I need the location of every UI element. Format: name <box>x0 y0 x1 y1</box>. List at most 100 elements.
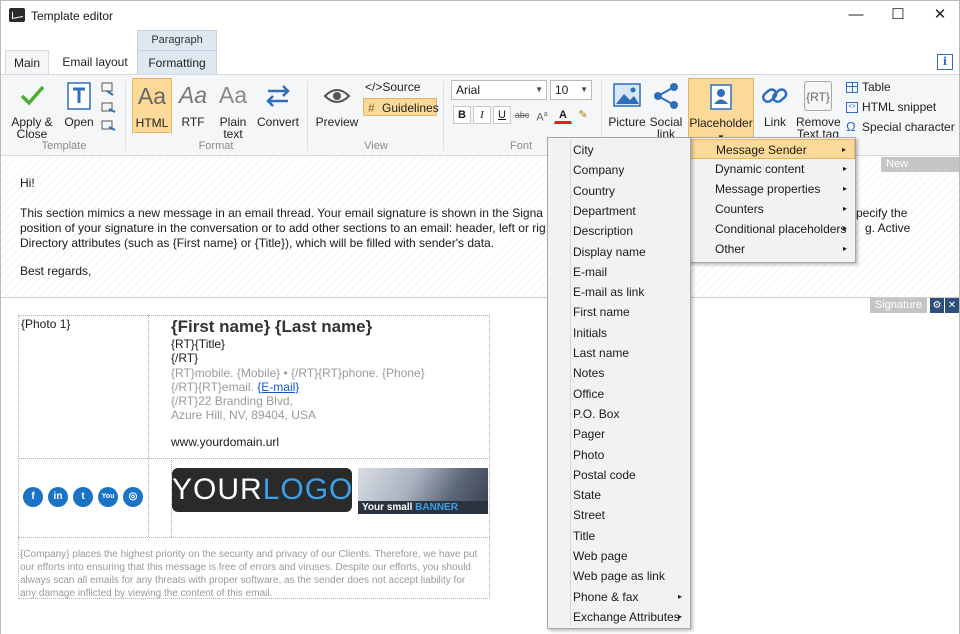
company-logo[interactable]: YOURLOGO <box>172 468 352 512</box>
superscript-icon[interactable]: Aa <box>533 106 551 124</box>
chain-link-icon <box>759 81 791 111</box>
menu-item-message-properties[interactable]: Message properties ▸ <box>690 179 855 199</box>
sender-menu-item[interactable]: Office <box>548 384 690 404</box>
sender-menu-item[interactable]: City <box>548 140 690 160</box>
menu-item-label: Description <box>573 224 634 239</box>
banner-image[interactable]: Your small BANNER <box>358 468 488 514</box>
guidelines-button[interactable]: # Guidelines <box>363 98 439 116</box>
menu-item-label: Notes <box>573 366 605 381</box>
underline-button[interactable]: U <box>493 106 511 124</box>
tab-main[interactable]: Main <box>5 50 49 74</box>
rtf-format-button[interactable]: Aa RTF <box>175 81 211 128</box>
close-signature-icon[interactable]: ✕ <box>945 298 959 313</box>
menu-item-label: Counters <box>715 202 764 216</box>
sender-menu-item[interactable]: Web page as link <box>548 566 690 586</box>
html-snippet-label: HTML snippet <box>862 100 937 114</box>
sender-menu-item[interactable]: Exchange Attributes ▸ <box>548 607 690 627</box>
sender-menu-item[interactable]: Display name <box>548 242 690 262</box>
sender-menu-item[interactable]: Department <box>548 201 690 221</box>
phone-placeholder[interactable]: {RT}mobile. {Mobile} • {/RT}{RT}phone. {… <box>171 366 425 381</box>
placeholder-button[interactable]: Placeholder ▼ <box>688 78 754 142</box>
template-small-icons <box>101 81 119 140</box>
html-format-button[interactable]: Aa HTML <box>132 78 172 133</box>
apply-close-button[interactable]: Apply & Close <box>9 81 55 140</box>
sender-menu-item[interactable]: Description <box>548 221 690 241</box>
font-size-select[interactable]: 10 ▼ <box>550 80 592 100</box>
menu-item-conditional-placeholders[interactable]: Conditional placeholders ▸ <box>690 219 855 239</box>
email-link[interactable]: {E-mail} <box>257 380 299 394</box>
plain-text-format-button[interactable]: Aa Plain text <box>215 81 251 140</box>
convert-button[interactable]: Convert <box>255 81 301 128</box>
font-family-select[interactable]: Arial ▼ <box>451 80 547 100</box>
sender-menu-item[interactable]: Street <box>548 505 690 525</box>
sender-menu-item[interactable]: E-mail <box>548 262 690 282</box>
tab-email-layout[interactable]: Email layout <box>55 50 135 74</box>
sender-menu-item[interactable]: Last name <box>548 343 690 363</box>
photo-placeholder[interactable]: {Photo 1} <box>21 317 70 332</box>
menu-item-counters[interactable]: Counters ▸ <box>690 199 855 219</box>
open-document-icon <box>63 81 95 111</box>
picture-button[interactable]: Picture <box>607 81 647 128</box>
sender-menu-item[interactable]: E-mail as link <box>548 282 690 302</box>
menu-item-dynamic-content[interactable]: Dynamic content ▸ <box>690 159 855 179</box>
menu-item-other[interactable]: Other ▸ <box>690 239 855 259</box>
highlight-icon[interactable]: ✎ <box>574 106 592 124</box>
facebook-icon[interactable]: f <box>23 487 43 507</box>
sender-menu-item[interactable]: State <box>548 485 690 505</box>
sender-menu-item[interactable]: Web page <box>548 546 690 566</box>
youtube-icon[interactable]: You <box>98 487 118 507</box>
sender-menu-item[interactable]: Phone & fax ▸ <box>548 587 690 607</box>
convert-label: Convert <box>256 115 300 129</box>
open-button[interactable]: Open <box>61 81 97 128</box>
sender-menu-item[interactable]: Postal code <box>548 465 690 485</box>
font-color-icon[interactable]: A <box>554 106 572 124</box>
html-snippet-button[interactable]: <> HTML snippet <box>846 98 936 116</box>
menu-item-label: Conditional placeholders <box>715 222 847 236</box>
sender-menu-item[interactable]: P.O. Box <box>548 404 690 424</box>
link-button[interactable]: Link <box>757 81 793 128</box>
tab-formatting[interactable]: Formatting <box>137 50 217 74</box>
remove-text-tag-button[interactable]: {RT} Remove Text tag <box>796 81 841 140</box>
sender-menu-item[interactable]: Country <box>548 181 690 201</box>
maximize-button[interactable]: ☐ <box>875 1 921 31</box>
message-body-line-2-end: g. Active <box>865 221 911 235</box>
share-icon <box>650 81 682 111</box>
menu-item-label: Display name <box>573 244 646 259</box>
sender-menu-item[interactable]: Pager <box>548 424 690 444</box>
website-url[interactable]: www.yourdomain.url <box>171 435 279 450</box>
separator <box>125 81 126 151</box>
sender-menu-item[interactable]: Company <box>548 160 690 180</box>
instagram-icon[interactable]: ◎ <box>123 487 143 507</box>
twitter-icon[interactable]: t <box>73 487 93 507</box>
bold-button[interactable]: B <box>453 106 471 124</box>
signature-section[interactable]: Signature ⚙ ✕ {Photo 1} {First name} {La… <box>1 297 959 634</box>
minimize-button[interactable]: — <box>833 1 879 31</box>
context-tab-paragraph: Paragraph <box>137 30 217 50</box>
menu-item-label: Exchange Attributes <box>573 609 680 624</box>
preview-button[interactable]: Preview <box>315 81 359 128</box>
placeholder-label: Placeholder <box>689 116 753 130</box>
sender-menu-item[interactable]: Title <box>548 526 690 546</box>
special-character-button[interactable]: Ω Special character <box>846 118 955 136</box>
copy-paste-icons[interactable] <box>101 81 119 137</box>
settings-gear-icon[interactable]: ⚙ <box>930 298 944 313</box>
linkedin-icon[interactable]: in <box>48 487 68 507</box>
sender-menu-item[interactable]: Initials <box>548 323 690 343</box>
email-line[interactable]: {/RT}{RT}email. {E-mail} <box>171 380 299 395</box>
sender-menu-item[interactable]: Photo <box>548 445 690 465</box>
table-button[interactable]: Table <box>846 78 891 96</box>
banner-caption: Your small BANNER <box>358 501 488 514</box>
social-link-button[interactable]: Social link <box>648 81 684 140</box>
sender-menu-item[interactable]: First name <box>548 302 690 322</box>
strikethrough-button[interactable]: abc <box>513 106 531 124</box>
close-button[interactable]: ✕ <box>917 1 960 31</box>
menu-item-label: Photo <box>573 447 605 462</box>
menu-item-message-sender[interactable]: Message Sender ▸ <box>690 139 855 159</box>
title-placeholder[interactable]: {RT}{Title} <box>171 337 225 352</box>
sender-menu-item[interactable]: Notes <box>548 363 690 383</box>
italic-button[interactable]: I <box>473 106 491 124</box>
name-placeholder[interactable]: {First name} {Last name} <box>171 317 372 337</box>
info-icon[interactable]: i <box>937 54 953 70</box>
source-button[interactable]: </>Source <box>365 78 420 96</box>
address-line-2: Azure Hill, NV, 89404, USA <box>171 408 316 422</box>
